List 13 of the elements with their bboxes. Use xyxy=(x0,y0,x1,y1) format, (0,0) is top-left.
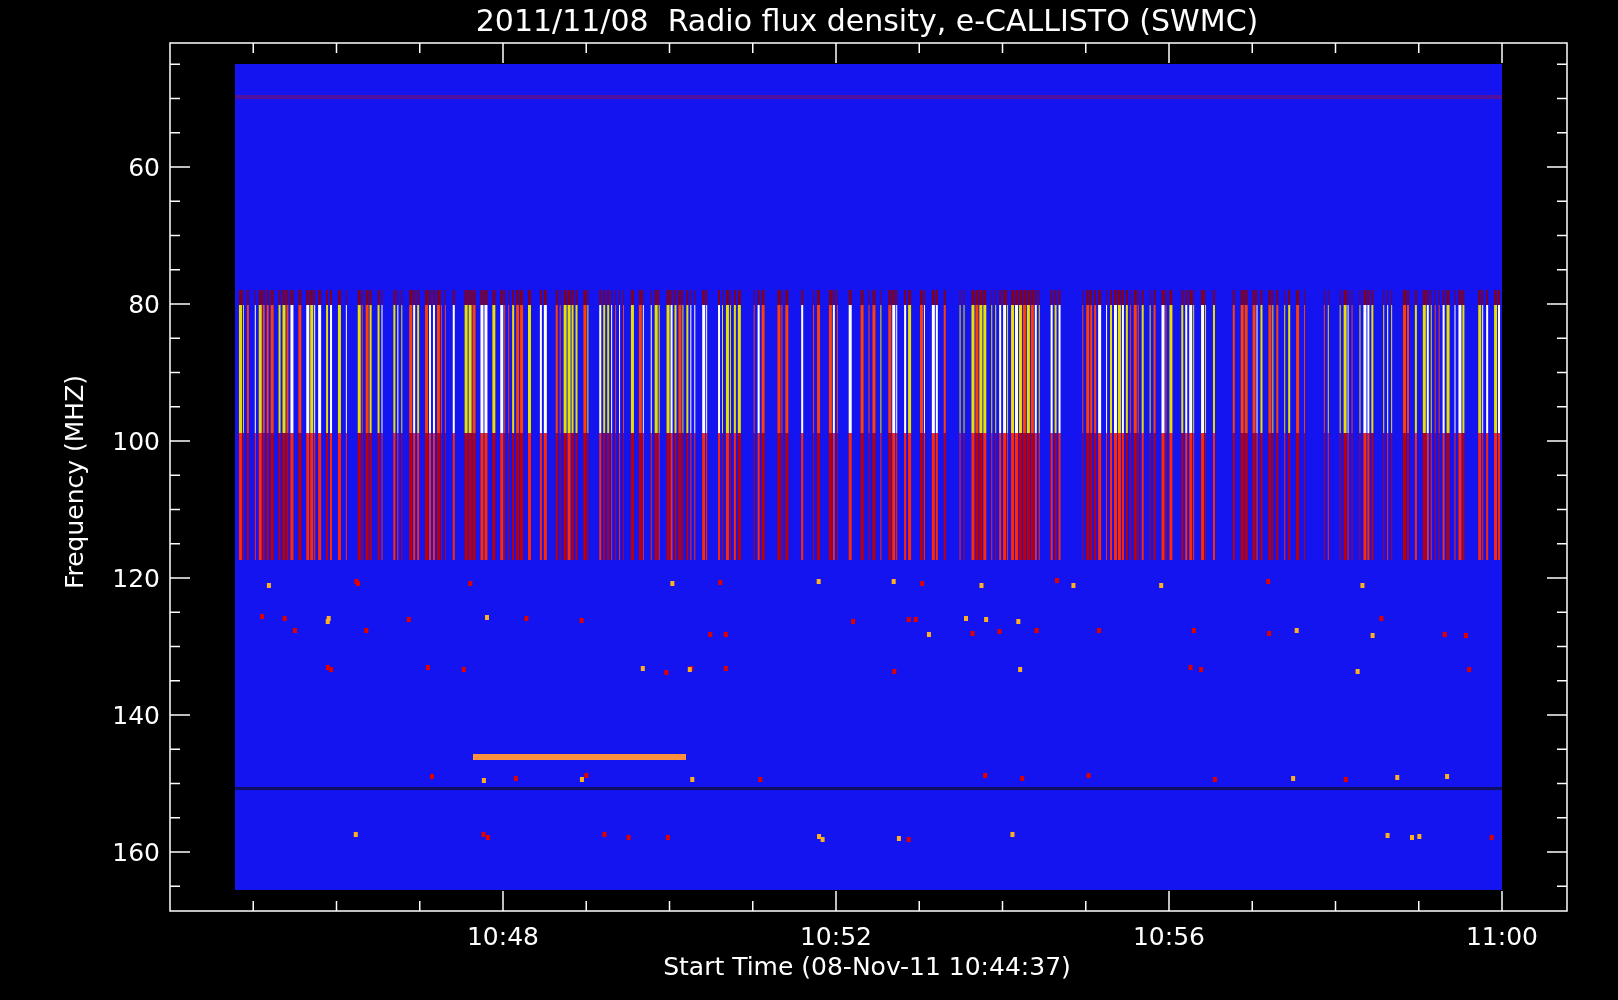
plot-title: 2011/11/08 Radio flux density, e-CALLISTO (SWMC) xyxy=(475,3,1259,38)
x-tick-label: 10:56 xyxy=(1133,922,1205,951)
y-tick-label: 120 xyxy=(112,564,160,593)
y-tick-label: 160 xyxy=(112,838,160,867)
x-axis-label: Start Time (08-Nov-11 10:44:37) xyxy=(663,952,1071,981)
y-tick-label: 60 xyxy=(128,153,160,182)
x-tick-label: 11:00 xyxy=(1466,922,1538,951)
y-tick-label: 140 xyxy=(112,701,160,730)
y-axis-label: Frequency (MHZ) xyxy=(60,374,89,590)
y-tick-label: 100 xyxy=(112,427,160,456)
y-tick-label: 80 xyxy=(128,290,160,319)
x-tick-label: 10:52 xyxy=(800,922,872,951)
x-tick-label: 10:48 xyxy=(467,922,539,951)
